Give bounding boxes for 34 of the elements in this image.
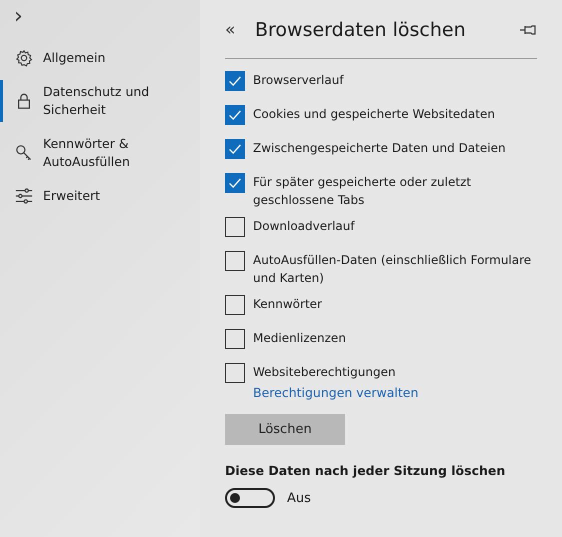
checkbox-label: AutoAusfüllen-Daten (einschließlich Formulare und Karten)	[253, 252, 532, 287]
checkbox-label: Browserverlauf	[253, 72, 345, 89]
toggle-label: Aus	[287, 490, 311, 506]
checkbox-label: Cookies und gespeicherte Websitedaten	[253, 106, 496, 123]
sidebar-item[interactable]: Erweitert	[0, 184, 200, 208]
checkbox-label: Websiteberechtigungen	[253, 364, 397, 381]
checkbox-label: Für später gespeicherte oder zuletzt geschlossene Tabs	[253, 174, 472, 209]
checkbox[interactable]	[225, 329, 245, 349]
checkbox[interactable]	[225, 251, 245, 271]
checkbox-label: Zwischengespeicherte Daten und Dateien	[253, 140, 507, 157]
key-icon	[15, 144, 33, 162]
gear-icon	[15, 49, 33, 67]
checkbox[interactable]	[225, 71, 245, 91]
sidebar-item[interactable]: Allgemein	[0, 46, 200, 70]
checkbox[interactable]	[225, 295, 245, 315]
checkbox-label: Kennwörter	[253, 296, 323, 313]
sliders-icon	[15, 187, 33, 205]
checkbox[interactable]	[225, 139, 245, 159]
checkbox-label: Medienlizenzen	[253, 330, 347, 347]
checkbox[interactable]	[225, 105, 245, 125]
back-button[interactable]: «	[225, 20, 255, 40]
checkbox[interactable]	[225, 363, 245, 383]
delete-button[interactable]: Löschen	[225, 414, 345, 445]
panel-title: Browserdaten löschen	[255, 19, 467, 41]
checkbox[interactable]	[225, 217, 245, 237]
checkbox-label: Downloadverlauf	[253, 218, 356, 235]
manage-permissions-link[interactable]: Berechtigungen verwalten	[253, 385, 537, 400]
lock-icon	[15, 92, 33, 110]
expand-button[interactable]: ›	[0, 4, 30, 30]
pin-icon[interactable]	[519, 24, 537, 36]
toggle-switch[interactable]	[225, 488, 275, 508]
sidebar-item[interactable]: Kennwörter & AutoAusfüllen	[0, 132, 200, 174]
session-heading: Diese Daten nach jeder Sitzung löschen	[225, 463, 506, 478]
checkbox[interactable]	[225, 173, 245, 193]
